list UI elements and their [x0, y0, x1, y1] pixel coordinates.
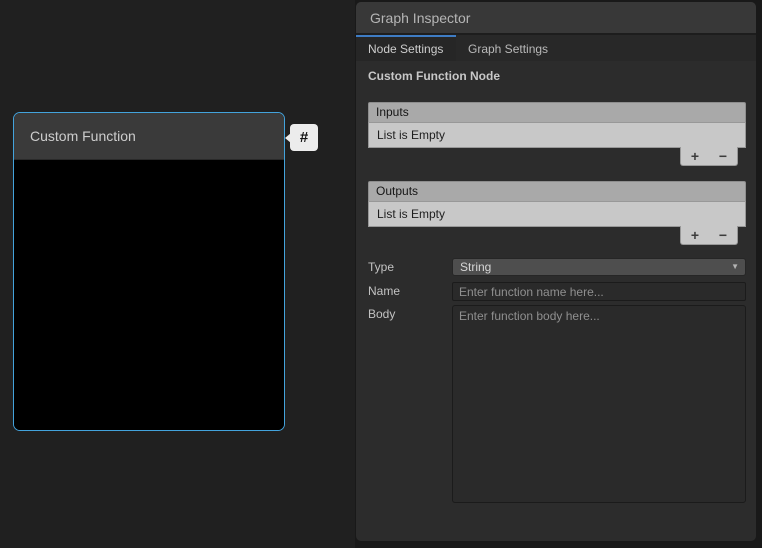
inputs-list-empty-row: List is Empty: [368, 122, 746, 148]
dropdown-arrow-icon: ▼: [731, 263, 739, 271]
graph-canvas[interactable]: Custom Function #: [0, 0, 355, 548]
type-row: Type String ▼: [368, 258, 746, 276]
node-title[interactable]: Custom Function: [14, 113, 284, 160]
outputs-add-button[interactable]: +: [683, 227, 707, 244]
node-body: [14, 160, 284, 431]
outputs-list-empty-row: List is Empty: [368, 201, 746, 227]
inputs-list-footer-box: + −: [680, 147, 738, 166]
body-label: Body: [368, 307, 395, 321]
panel-content: Custom Function Node Inputs List is Empt…: [356, 61, 756, 539]
outputs-list-footer-box: + −: [680, 226, 738, 245]
type-dropdown[interactable]: String ▼: [452, 258, 746, 276]
outputs-list-header: Outputs: [368, 181, 746, 201]
inputs-list: Inputs List is Empty + −: [368, 102, 746, 167]
tab-graph-settings[interactable]: Graph Settings: [456, 35, 560, 61]
outputs-list-footer: + −: [368, 227, 746, 246]
type-label: Type: [368, 260, 394, 274]
inputs-remove-button[interactable]: −: [711, 148, 735, 165]
function-body-textarea[interactable]: [452, 305, 746, 503]
type-dropdown-value: String: [460, 260, 491, 274]
tab-node-settings[interactable]: Node Settings: [356, 35, 456, 61]
function-name-input[interactable]: [452, 282, 746, 301]
name-label: Name: [368, 284, 400, 298]
hash-badge-icon[interactable]: #: [290, 124, 318, 151]
outputs-remove-button[interactable]: −: [711, 227, 735, 244]
inputs-list-footer: + −: [368, 148, 746, 167]
inputs-add-button[interactable]: +: [683, 148, 707, 165]
custom-function-node[interactable]: Custom Function: [13, 112, 285, 431]
outputs-list: Outputs List is Empty + −: [368, 181, 746, 246]
section-title: Custom Function Node: [368, 69, 500, 83]
graph-inspector-panel: Graph Inspector Node Settings Graph Sett…: [356, 2, 756, 541]
inputs-list-header: Inputs: [368, 102, 746, 122]
panel-title: Graph Inspector: [356, 2, 756, 35]
name-row: Name: [368, 282, 746, 301]
inspector-tabbar: Node Settings Graph Settings: [356, 35, 756, 61]
